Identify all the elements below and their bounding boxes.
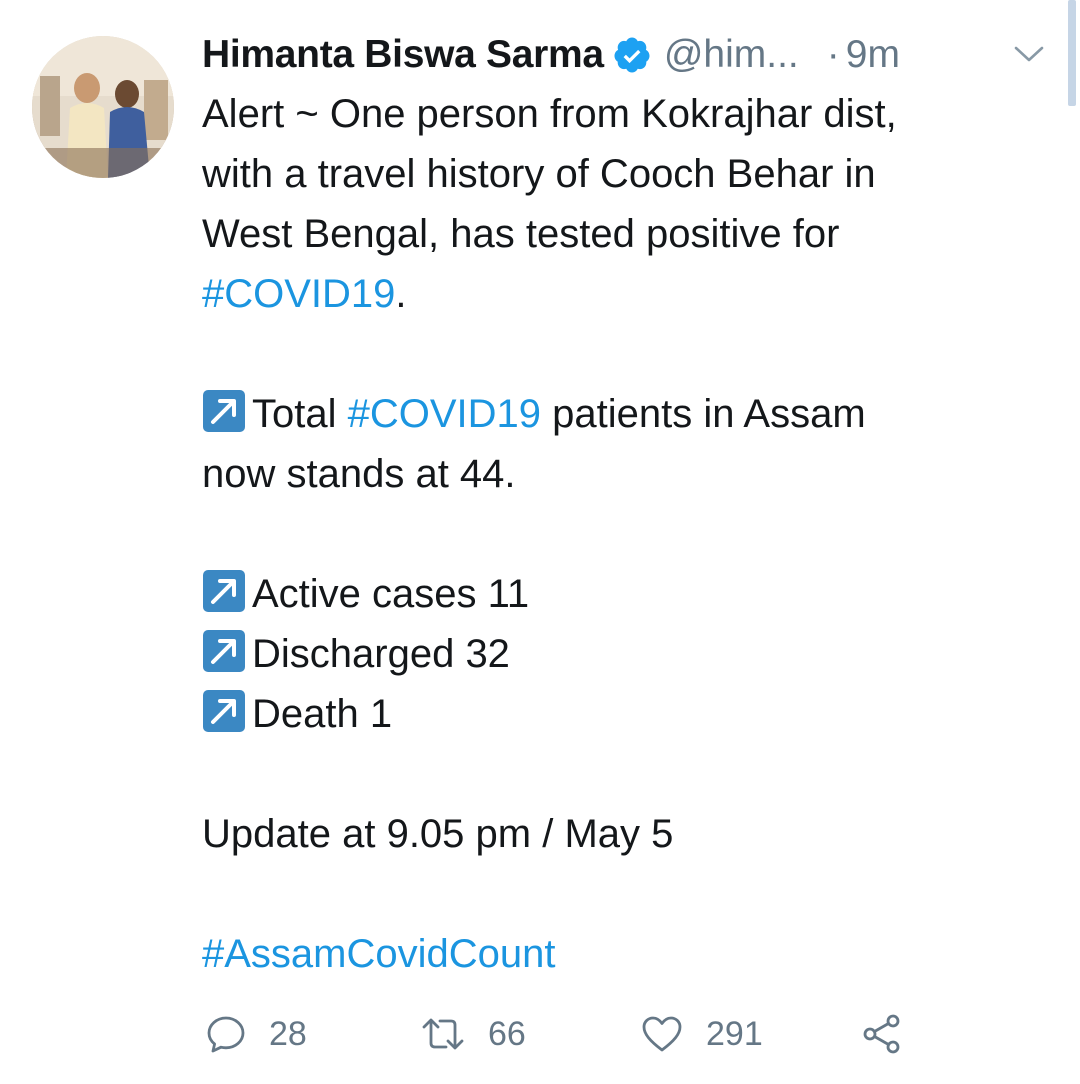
- tweet-line: Update at 9.05 pm / May 5: [202, 812, 674, 856]
- tweet-line: Alert ~ One person from Kokrajhar dist,: [202, 92, 897, 136]
- hashtag-link[interactable]: #COVID19: [348, 392, 541, 436]
- separator-dot: ·: [826, 33, 840, 76]
- reply-icon: [207, 1016, 245, 1053]
- tweet-body: Alert ~ One person from Kokrajhar dist, …: [202, 84, 1052, 984]
- scrollbar[interactable]: [1068, 0, 1076, 106]
- arrow-upper-right-icon: [203, 390, 245, 432]
- like-button[interactable]: 291: [640, 1006, 763, 1062]
- like-count: 291: [706, 1014, 763, 1053]
- chevron-down-icon[interactable]: [1012, 42, 1046, 66]
- timestamp[interactable]: 9m: [846, 33, 900, 77]
- retweet-icon: [422, 1018, 464, 1050]
- tweet-text-fragment: patients in Assam: [541, 392, 866, 436]
- tweet-line: now stands at 44.: [202, 452, 516, 496]
- tweet-line: Discharged 32: [202, 624, 1052, 684]
- heart-icon: [642, 1016, 682, 1052]
- tweet-text-fragment: Active cases 11: [252, 572, 530, 616]
- hashtag-link[interactable]: #AssamCovidCount: [202, 932, 556, 976]
- tweet-text-fragment: .: [395, 272, 407, 316]
- tweet-line: West Bengal, has tested positive for: [202, 212, 840, 256]
- retweet-count: 66: [488, 1014, 526, 1053]
- author-name[interactable]: Himanta Biswa Sarma: [202, 33, 604, 77]
- author-handle[interactable]: @him...: [664, 33, 799, 77]
- tweet-text-fragment: Total: [252, 392, 348, 436]
- tweet-header: Himanta Biswa Sarma @him... · 9m: [202, 28, 1052, 82]
- share-button[interactable]: [860, 1006, 904, 1062]
- tweet-line: #COVID19.: [202, 264, 1052, 324]
- avatar-photo: [32, 36, 174, 178]
- arrow-upper-right-icon: [203, 630, 245, 672]
- avatar[interactable]: [32, 36, 174, 178]
- retweet-button[interactable]: 66: [420, 1006, 526, 1062]
- tweet-text-fragment: Discharged 32: [252, 632, 510, 676]
- reply-button[interactable]: 28: [205, 1006, 307, 1062]
- tweet-text-fragment: Death 1: [252, 692, 393, 736]
- tweet-line: Death 1: [202, 684, 1052, 744]
- arrow-upper-right-icon: [203, 690, 245, 732]
- hashtag-link[interactable]: #COVID19: [202, 272, 395, 316]
- tweet-line: #AssamCovidCount: [202, 924, 1052, 984]
- tweet-line: with a travel history of Cooch Behar in: [202, 152, 876, 196]
- tweet-line: Total #COVID19 patients in Assam: [202, 384, 1052, 444]
- share-icon: [863, 1014, 900, 1054]
- verified-badge-icon: [614, 37, 650, 73]
- tweet-line: Active cases 11: [202, 564, 1052, 624]
- reply-count: 28: [269, 1014, 307, 1053]
- arrow-upper-right-icon: [203, 570, 245, 612]
- tweet-actions: 28 66 291: [205, 1006, 965, 1062]
